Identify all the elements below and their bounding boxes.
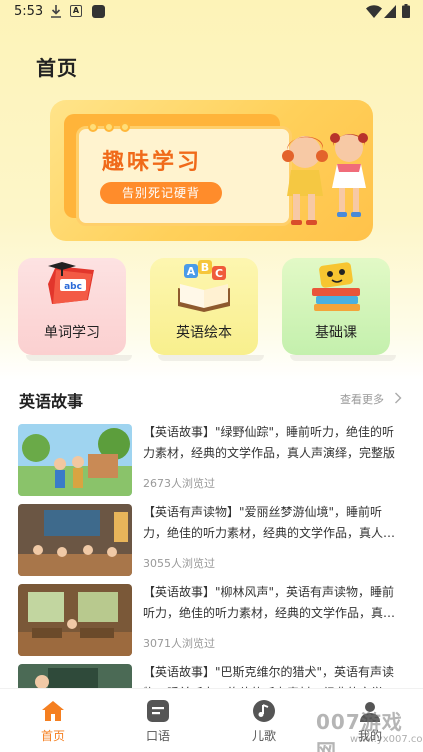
chevron-right-icon[interactable] (394, 392, 402, 404)
story-item[interactable]: 【英语有声读物】"爱丽丝梦游仙境"，睡前听力，绝佳的听力素材，经典的文学作品，真… (18, 504, 410, 580)
category-word-learning[interactable]: abc 单词学习 (18, 258, 132, 361)
music-icon (253, 700, 275, 722)
nav-label: 我的 (357, 729, 382, 743)
svg-text:B: B (201, 261, 209, 274)
app-square-icon (92, 5, 105, 18)
bottom-nav: 首页 口语 儿歌 我的 (0, 688, 423, 752)
see-more-link[interactable]: 查看更多 (340, 391, 384, 407)
story-title: 【英语故事】"绿野仙踪"，睡前听力，绝佳的听力素材，经典的文学作品，真人声演绎，… (143, 425, 396, 460)
nav-label: 首页 (40, 729, 65, 743)
status-time: 5:53 (14, 4, 44, 19)
banner-subtitle: 告别死记硬背 (100, 182, 222, 204)
nav-label: 口语 (145, 729, 170, 743)
banner-dot (104, 122, 114, 132)
signal-icon (384, 5, 396, 18)
story-thumbnail (18, 424, 132, 496)
nav-songs[interactable]: 儿歌 (234, 699, 294, 745)
banner-dot (120, 122, 130, 132)
download-icon (51, 5, 61, 18)
battery-icon (402, 4, 410, 18)
section-title: 英语故事 (19, 392, 84, 411)
story-item[interactable]: 【英语故事】"柳林风声"，英语有声读物，睡前听力，绝佳的听力素材，经典的文学作品… (18, 584, 410, 660)
banner-title: 趣味学习 (102, 150, 203, 175)
category-picture-book[interactable]: A B C 英语绘本 (150, 258, 264, 361)
banner-board-inner (76, 126, 292, 226)
message-icon (147, 700, 169, 722)
category-basic-course[interactable]: 基础课 (282, 258, 396, 361)
picture-book-icon: A B C (178, 260, 230, 312)
category-label: 英语绘本 (176, 325, 232, 341)
nav-profile[interactable]: 我的 (340, 699, 400, 745)
user-icon (360, 702, 380, 722)
status-bar: 5:53 A (0, 0, 423, 24)
story-views: 2673人浏览过 (143, 477, 215, 490)
story-title: 【英语故事】"柳林风声"，英语有声读物，睡前听力，绝佳的听力素材，经典的文学作品… (143, 585, 396, 620)
banner-dot (88, 122, 98, 132)
wifi-icon (366, 5, 382, 18)
abc-book-icon: abc (48, 262, 94, 304)
story-thumbnail (18, 584, 132, 656)
story-views: 3071人浏览过 (143, 637, 215, 650)
story-views: 3055人浏览过 (143, 557, 215, 570)
svg-text:C: C (215, 267, 223, 280)
nav-home[interactable]: 首页 (23, 699, 83, 745)
page-title: 首页 (36, 56, 78, 80)
svg-text:abc: abc (64, 282, 82, 292)
category-label: 基础课 (315, 325, 357, 341)
font-a-icon: A (70, 5, 82, 17)
story-title: 【英语有声读物】"爱丽丝梦游仙境"，睡前听力，绝佳的听力素材，经典的文学作品，真… (143, 505, 396, 540)
kids-illustration-icon (282, 133, 368, 225)
nav-speaking[interactable]: 口语 (128, 699, 188, 745)
story-item[interactable]: 【英语故事】"绿野仙踪"，睡前听力，绝佳的听力素材，经典的文学作品，真人声演绎，… (18, 424, 410, 500)
nav-label: 儿歌 (251, 729, 276, 743)
home-icon (42, 701, 64, 721)
cartoon-books-icon (312, 262, 360, 311)
promo-banner[interactable]: 趣味学习 告别死记硬背 (50, 100, 373, 241)
svg-text:A: A (187, 265, 196, 278)
story-thumbnail (18, 504, 132, 576)
category-label: 单词学习 (44, 325, 100, 341)
